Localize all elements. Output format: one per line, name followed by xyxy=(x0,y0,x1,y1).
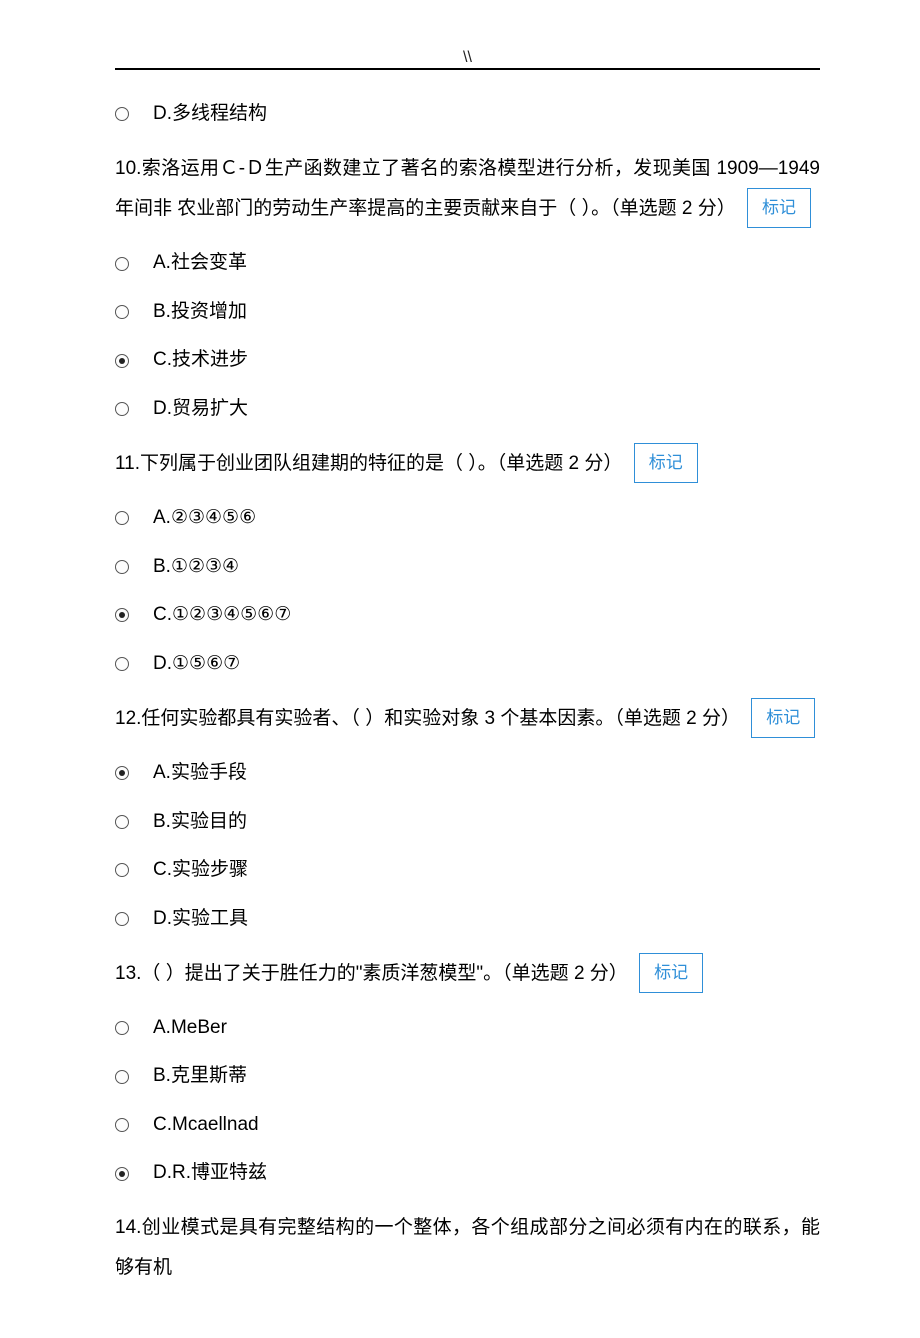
q10-option-A[interactable]: A.社会变革 xyxy=(115,249,820,278)
mark-button[interactable]: 标记 xyxy=(747,188,811,228)
option-label: A.MeBer xyxy=(153,1014,227,1043)
mark-button[interactable]: 标记 xyxy=(634,443,698,483)
radio-checked-icon xyxy=(115,608,129,622)
q12-option-A[interactable]: A.实验手段 xyxy=(115,759,820,788)
option-label: C.实验步骤 xyxy=(153,856,248,885)
q12-option-B[interactable]: B.实验目的 xyxy=(115,808,820,837)
option-label: C.Mcaellnad xyxy=(153,1111,259,1140)
q10-option-D[interactable]: D.贸易扩大 xyxy=(115,395,820,424)
radio-unchecked-icon xyxy=(115,657,129,671)
q10-stem: 10.索洛运用Ｃ‐Ｄ生产函数建立了著名的索洛模型进行分析，发现美国 1909—1… xyxy=(115,149,820,230)
radio-checked-icon xyxy=(115,1167,129,1181)
q11-stem-text: 11.下列属于创业团队组建期的特征的是（ ）。（单选题 2 分） xyxy=(115,453,622,474)
header-slash-mark: \\ xyxy=(463,46,472,70)
radio-unchecked-icon xyxy=(115,107,129,121)
option-label: B.克里斯蒂 xyxy=(153,1062,247,1091)
radio-unchecked-icon xyxy=(115,560,129,574)
option-label: C.技术进步 xyxy=(153,346,248,375)
option-label: D.①⑤⑥⑦ xyxy=(153,650,240,679)
mark-button[interactable]: 标记 xyxy=(639,953,703,993)
q13-option-C[interactable]: C.Mcaellnad xyxy=(115,1111,820,1140)
q13-option-A[interactable]: A.MeBer xyxy=(115,1014,820,1043)
page-header: \\ xyxy=(115,50,820,80)
q12-option-D[interactable]: D.实验工具 xyxy=(115,905,820,934)
q11-option-D[interactable]: D.①⑤⑥⑦ xyxy=(115,650,820,679)
q13-option-D[interactable]: D.R.博亚特兹 xyxy=(115,1159,820,1188)
radio-unchecked-icon xyxy=(115,305,129,319)
q11-option-A[interactable]: A.②③④⑤⑥ xyxy=(115,504,820,533)
q11-option-B[interactable]: B.①②③④ xyxy=(115,553,820,582)
radio-checked-icon xyxy=(115,354,129,368)
option-label: D.实验工具 xyxy=(153,905,248,934)
option-label: D.多线程结构 xyxy=(153,100,267,129)
option-label: A.②③④⑤⑥ xyxy=(153,504,256,533)
option-label: B.投资增加 xyxy=(153,298,247,327)
q13-option-B[interactable]: B.克里斯蒂 xyxy=(115,1062,820,1091)
q11-option-C[interactable]: C.①②③④⑤⑥⑦ xyxy=(115,601,820,630)
q10-option-B[interactable]: B.投资增加 xyxy=(115,298,820,327)
option-label: D.R.博亚特兹 xyxy=(153,1159,267,1188)
q13-stem-text: 13.（ ）提出了关于胜任力的"素质洋葱模型"。（单选题 2 分） xyxy=(115,963,628,984)
option-label: C.①②③④⑤⑥⑦ xyxy=(153,601,291,630)
q12-stem: 12.任何实验都具有实验者、（ ）和实验对象 3 个基本因素。（单选题 2 分）… xyxy=(115,698,820,739)
q14-stem: 14.创业模式是具有完整结构的一个整体，各个组成部分之间必须有内在的联系，能够有… xyxy=(115,1208,820,1288)
radio-unchecked-icon xyxy=(115,1021,129,1035)
q12-stem-text: 12.任何实验都具有实验者、（ ）和实验对象 3 个基本因素。（单选题 2 分） xyxy=(115,708,740,729)
q13-stem: 13.（ ）提出了关于胜任力的"素质洋葱模型"。（单选题 2 分） 标记 xyxy=(115,953,820,994)
option-label: A.社会变革 xyxy=(153,249,247,278)
radio-unchecked-icon xyxy=(115,912,129,926)
radio-unchecked-icon xyxy=(115,257,129,271)
q12-option-C[interactable]: C.实验步骤 xyxy=(115,856,820,885)
radio-unchecked-icon xyxy=(115,1070,129,1084)
option-label: B.实验目的 xyxy=(153,808,247,837)
radio-unchecked-icon xyxy=(115,1118,129,1132)
q14-stem-text: 14.创业模式是具有完整结构的一个整体，各个组成部分之间必须有内在的联系，能够有… xyxy=(115,1217,820,1278)
radio-unchecked-icon xyxy=(115,815,129,829)
radio-unchecked-icon xyxy=(115,402,129,416)
q10-option-C[interactable]: C.技术进步 xyxy=(115,346,820,375)
option-label: D.贸易扩大 xyxy=(153,395,248,424)
option-label: A.实验手段 xyxy=(153,759,247,788)
option-label: B.①②③④ xyxy=(153,553,239,582)
header-underline xyxy=(115,68,820,70)
q11-stem: 11.下列属于创业团队组建期的特征的是（ ）。（单选题 2 分） 标记 xyxy=(115,443,820,484)
q9-option-D[interactable]: D.多线程结构 xyxy=(115,100,820,129)
q10-stem-line2: 农业部门的劳动生产率提高的主要贡献来自于（ ）。（单选题 2 分） xyxy=(177,198,735,219)
mark-button[interactable]: 标记 xyxy=(751,698,815,738)
radio-checked-icon xyxy=(115,766,129,780)
radio-unchecked-icon xyxy=(115,511,129,525)
radio-unchecked-icon xyxy=(115,863,129,877)
